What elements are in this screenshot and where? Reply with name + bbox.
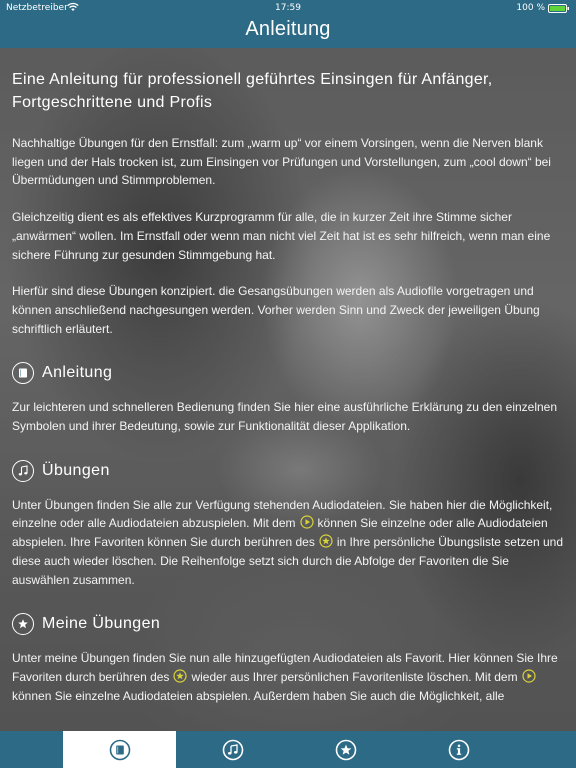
section-header-uebungen: Übungen	[12, 456, 564, 486]
section-title-anleitung: Anleitung	[42, 364, 113, 382]
star-icon	[319, 534, 333, 548]
tab-uebungen[interactable]	[176, 731, 289, 768]
navigation-bar: Netzbetreiber 17:59 100 % Anleitung	[0, 0, 576, 48]
intro-paragraph-1: Nachhaltige Übungen für den Ernstfall: z…	[12, 136, 551, 188]
section-header-anleitung: Anleitung	[12, 358, 564, 388]
tab-anleitung[interactable]	[63, 731, 176, 768]
tab-bar-spacer	[0, 731, 63, 768]
section-text-anleitung: Zur leichteren und schnelleren Bedienung…	[12, 400, 558, 434]
play-icon	[521, 669, 536, 683]
tab-meine-uebungen[interactable]	[289, 731, 402, 768]
book-icon	[12, 362, 34, 385]
section-title-uebungen: Übungen	[42, 461, 110, 479]
meine-uebungen-text-part-3: können Sie einzelne Audiodateien abspiel…	[12, 688, 505, 703]
intro-heading: Eine Anleitung für professionell geführt…	[12, 71, 493, 111]
section-title-meine-uebungen: Meine Übungen	[42, 615, 161, 633]
clock: 17:59	[275, 3, 301, 13]
page-title: Anleitung	[245, 18, 331, 40]
battery-percent: 100 %	[516, 3, 545, 13]
star-icon	[12, 613, 34, 636]
star-icon	[335, 739, 356, 760]
music-note-icon	[12, 459, 34, 482]
section-header-meine-uebungen: Meine Übungen	[12, 609, 564, 639]
status-bar: Netzbetreiber 17:59 100 %	[0, 0, 576, 16]
intro-paragraph-2: Gleichzeitig dient es als effektives Kur…	[12, 210, 551, 262]
play-icon	[299, 515, 314, 530]
tab-info[interactable]	[402, 731, 515, 768]
section-text-uebungen: Unter Übungen finden Sie alle zur Verfüg…	[12, 496, 564, 590]
star-icon	[173, 669, 188, 683]
intro-paragraph-3: Hierfür sind diese Übungen konzipiert. d…	[12, 284, 540, 336]
tab-bar	[0, 731, 576, 768]
meine-uebungen-text-part-2: wieder aus Ihrer persönlichen Favoritenl…	[191, 669, 518, 684]
book-icon	[109, 739, 130, 760]
music-note-icon	[222, 739, 243, 760]
section-text-meine-uebungen: Unter meine Übungen finden Sie nun alle …	[12, 649, 564, 705]
info-icon	[448, 739, 469, 760]
instructions-content[interactable]: Eine Anleitung für professionell geführt…	[0, 48, 576, 731]
battery-icon	[548, 4, 569, 13]
